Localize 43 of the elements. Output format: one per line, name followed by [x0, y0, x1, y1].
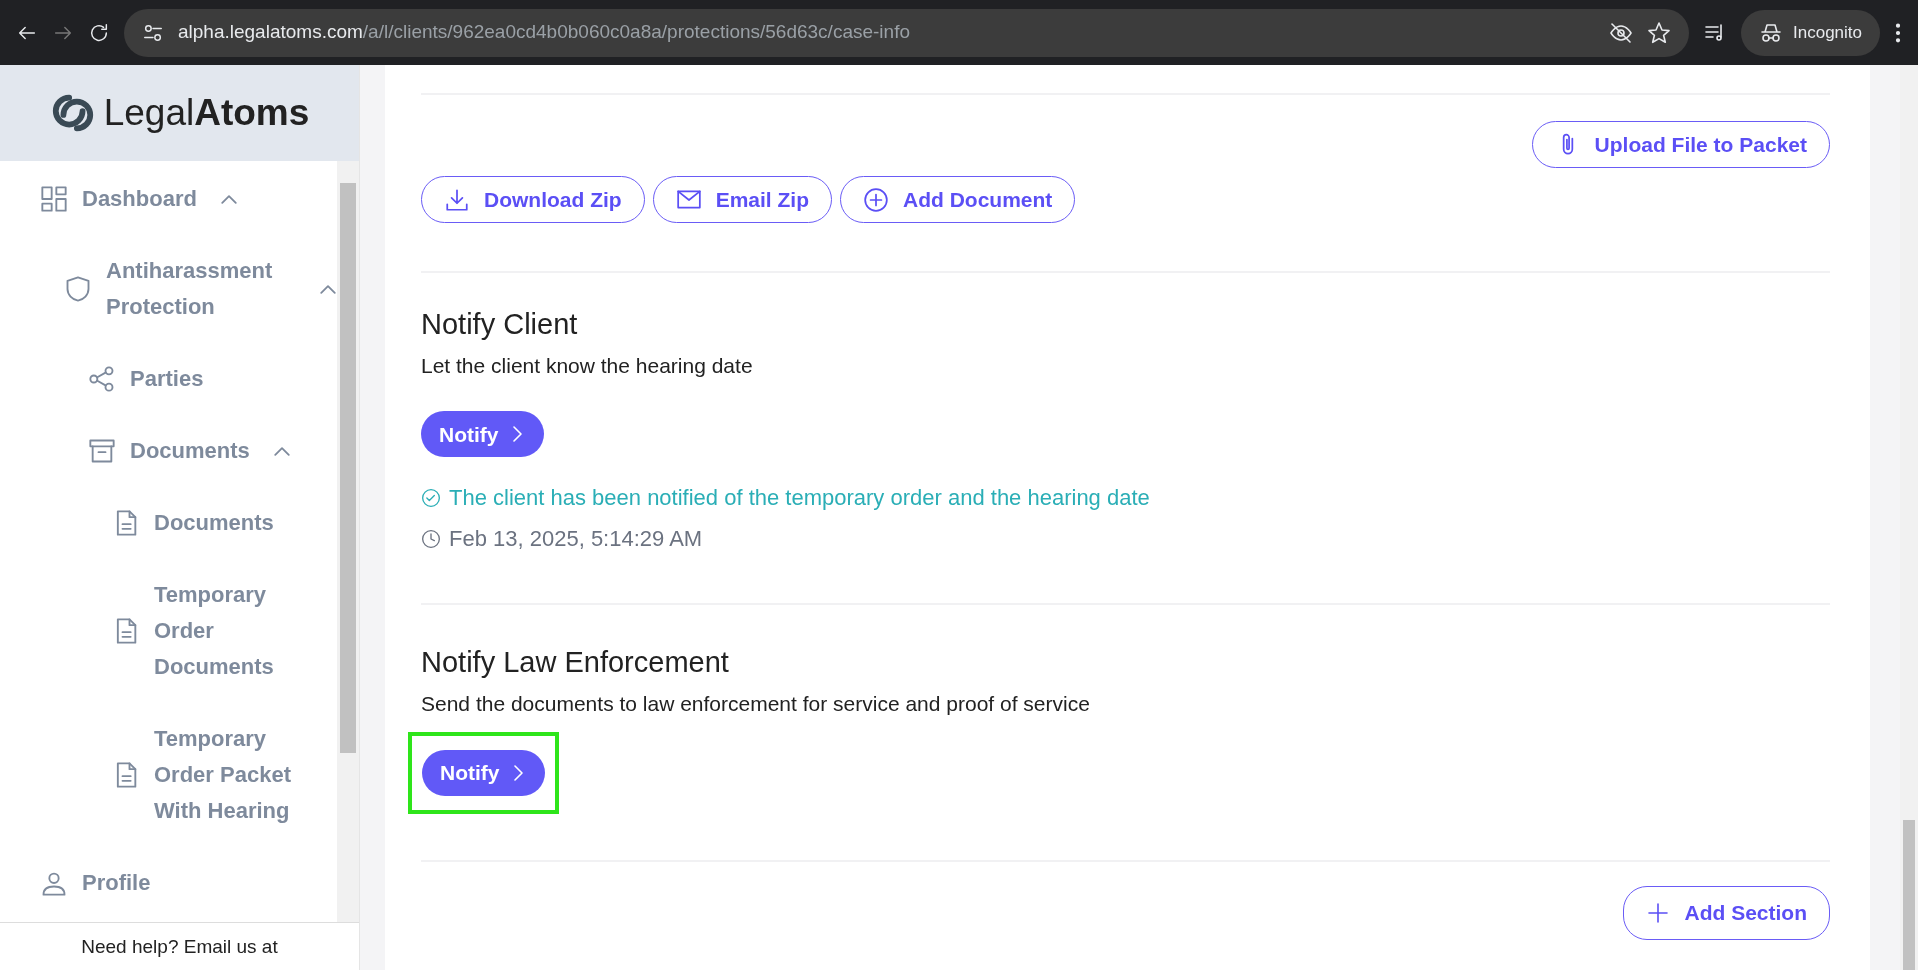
shield-icon [64, 275, 92, 303]
sidebar-nav-item[interactable]: Temporary Order Packet With Hearing [112, 721, 337, 829]
star-icon[interactable] [1647, 20, 1671, 45]
timestamp: Feb 13, 2025, 5:14:29 AM [449, 525, 703, 554]
address-bar[interactable]: alpha.legalatoms.com/a/l/clients/962ea0cd4b0b060c0a8a/protections/56d63c/case-info [124, 8, 1689, 57]
logo-text: LegalAtoms [103, 91, 310, 136]
sidebar-nav-item[interactable]: Antiharassment Protection [64, 253, 337, 325]
chevron-up-icon[interactable] [320, 284, 336, 294]
sidebar-nav-item[interactable]: Parties [88, 361, 337, 397]
reload-icon[interactable] [88, 21, 110, 44]
help-text: Need help? Email us at [0, 922, 359, 970]
check-circle-icon [421, 487, 441, 508]
plus-circle-icon [863, 186, 889, 213]
sidebar-nav-item[interactable]: Documents [88, 433, 337, 469]
upload-file-button[interactable]: Upload File to Packet [1531, 121, 1830, 168]
section-title: Notify Law Enforcement [421, 645, 730, 681]
chevron-up-icon[interactable] [220, 194, 237, 204]
section-description: Send the documents to law enforcement for service and proof of service [421, 691, 1091, 718]
sidebar-nav-item[interactable]: Documents [112, 505, 337, 541]
status-message: The client has been notified of the temporary order and the hearing date [449, 484, 1150, 513]
eye-slash-icon[interactable] [1609, 20, 1633, 45]
share-icon [88, 365, 116, 393]
document-action-button[interactable]: Email Zip [652, 176, 832, 223]
more-menu-icon[interactable] [1894, 21, 1902, 44]
section-title: Notify Client [421, 307, 579, 342]
chevron-right-icon [513, 764, 523, 781]
chevron-up-icon[interactable] [273, 446, 290, 456]
url-text: alpha.legalatoms.com/a/l/clients/962ea0cd4b0b060c0a8a/protections/56d63c/case-info [178, 20, 911, 45]
sidebar-nav-item[interactable]: Temporary Order Documents [112, 577, 337, 685]
document-action-button[interactable]: Download Zip [421, 176, 645, 223]
archive-icon [88, 437, 116, 465]
add-section-button[interactable]: Add Section [1623, 885, 1830, 940]
plus-icon [1646, 900, 1671, 925]
chevron-right-icon [512, 426, 522, 443]
sidebar-nav-item[interactable]: Profile [40, 865, 337, 901]
notify-button[interactable]: Notify [422, 749, 545, 796]
document-action-button[interactable]: Add Document [840, 176, 1076, 223]
section-description: Let the client know the hearing date [421, 352, 754, 379]
sidebar-nav-item[interactable]: Dashboard [40, 181, 337, 217]
incognito-indicator[interactable]: Incognito [1741, 9, 1880, 56]
grid-icon [40, 185, 68, 213]
notify-button[interactable]: Notify [421, 411, 544, 458]
clock-icon [421, 528, 441, 549]
